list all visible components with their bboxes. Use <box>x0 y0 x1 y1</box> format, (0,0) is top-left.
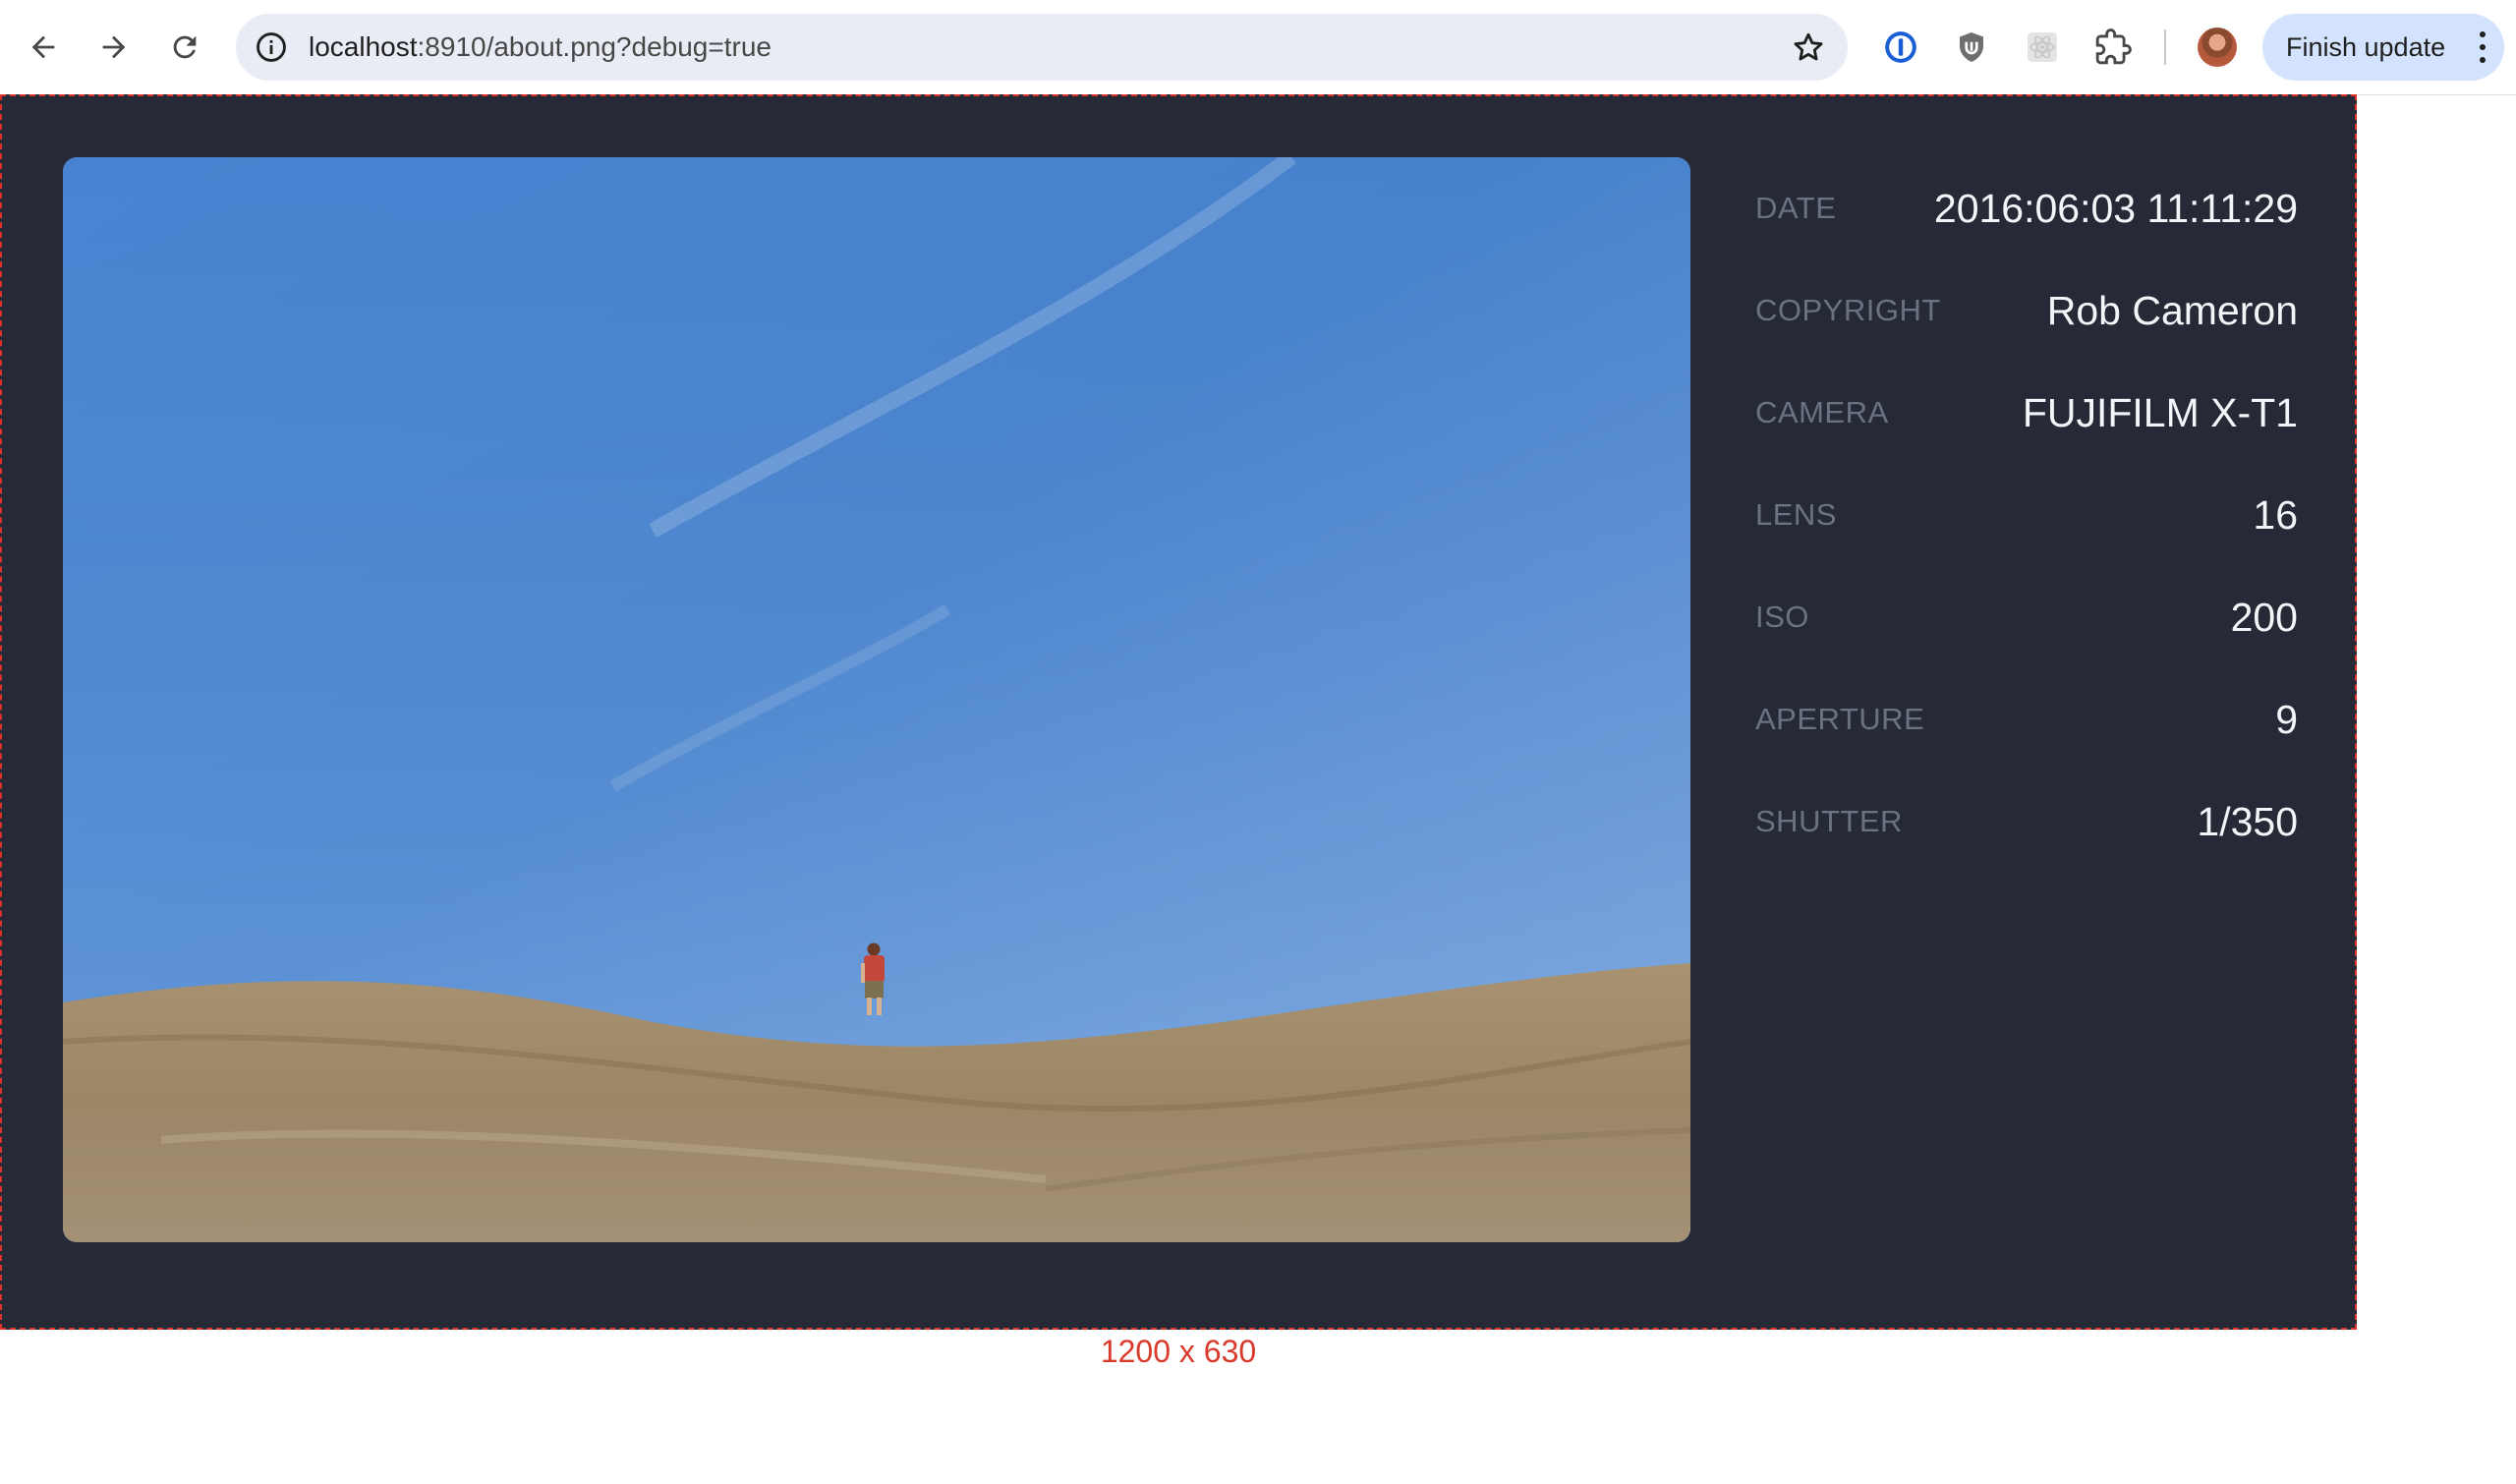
forward-arrow-icon <box>102 35 126 59</box>
meta-value: 200 <box>2230 594 2298 640</box>
react-devtools-extension[interactable] <box>2019 24 2066 71</box>
toolbar-divider <box>2164 29 2166 65</box>
site-info-button[interactable] <box>252 28 291 67</box>
star-icon <box>1794 32 1823 61</box>
finish-update-button[interactable]: Finish update <box>2262 14 2504 81</box>
reload-icon <box>173 35 197 59</box>
reload-button[interactable] <box>155 18 214 77</box>
meta-label: SHUTTER <box>1755 804 1903 838</box>
meta-value: 2016:06:03 11:11:29 <box>1933 185 2298 231</box>
meta-row-iso: ISO 200 <box>1755 566 2298 668</box>
url-host: localhost <box>309 31 418 62</box>
profile-avatar[interactable] <box>2198 28 2237 67</box>
meta-value: FUJIFILM X-T1 <box>2022 389 2298 435</box>
kebab-menu-icon[interactable] <box>2479 31 2487 63</box>
meta-value: Rob Cameron <box>2046 287 2298 333</box>
exif-metadata-list: DATE 2016:06:03 11:11:29 COPYRIGHT Rob C… <box>1755 157 2298 873</box>
meta-row-copyright: COPYRIGHT Rob Cameron <box>1755 259 2298 362</box>
meta-row-date: DATE 2016:06:03 11:11:29 <box>1755 157 2298 259</box>
meta-value: 9 <box>2275 696 2298 742</box>
meta-row-lens: LENS 16 <box>1755 464 2298 566</box>
react-devtools-icon <box>2028 32 2057 62</box>
url-text: localhost:8910/about.png?debug=true <box>309 14 772 81</box>
ublock-extension[interactable] <box>1948 24 1995 71</box>
meta-value: 16 <box>2253 491 2298 538</box>
meta-label: CAMERA <box>1755 395 1889 429</box>
landscape-photo <box>63 157 1690 1242</box>
meta-label: COPYRIGHT <box>1755 293 1941 327</box>
onepassword-icon <box>1885 31 1916 63</box>
extensions-button[interactable] <box>2089 24 2137 71</box>
info-icon <box>257 32 286 62</box>
bookmark-button[interactable] <box>1787 26 1830 69</box>
meta-row-shutter: SHUTTER 1/350 <box>1755 771 2298 873</box>
address-bar[interactable]: localhost:8910/about.png?debug=true <box>236 14 1848 81</box>
ublock-shield-icon <box>1960 32 1983 62</box>
extensions-puzzle-icon <box>2095 29 2132 65</box>
forward-button[interactable] <box>85 18 143 77</box>
meta-label: APERTURE <box>1755 702 1925 736</box>
back-arrow-icon <box>31 35 55 59</box>
debug-dimensions-label: 1200 x 630 <box>1100 1334 1257 1369</box>
meta-label: ISO <box>1755 599 1809 634</box>
back-button[interactable] <box>14 18 73 77</box>
onepassword-extension[interactable] <box>1877 24 1924 71</box>
meta-label: LENS <box>1755 497 1837 532</box>
finish-update-label: Finish update <box>2286 31 2446 62</box>
meta-row-aperture: APERTURE 9 <box>1755 668 2298 771</box>
meta-row-camera: CAMERA FUJIFILM X-T1 <box>1755 362 2298 464</box>
meta-value: 1/350 <box>2197 798 2298 844</box>
meta-label: DATE <box>1755 191 1837 225</box>
browser-toolbar: localhost:8910/about.png?debug=true Fini… <box>0 0 2516 95</box>
url-path: :8910/about.png?debug=true <box>417 31 772 62</box>
og-image-card: DATE 2016:06:03 11:11:29 COPYRIGHT Rob C… <box>0 94 2357 1330</box>
